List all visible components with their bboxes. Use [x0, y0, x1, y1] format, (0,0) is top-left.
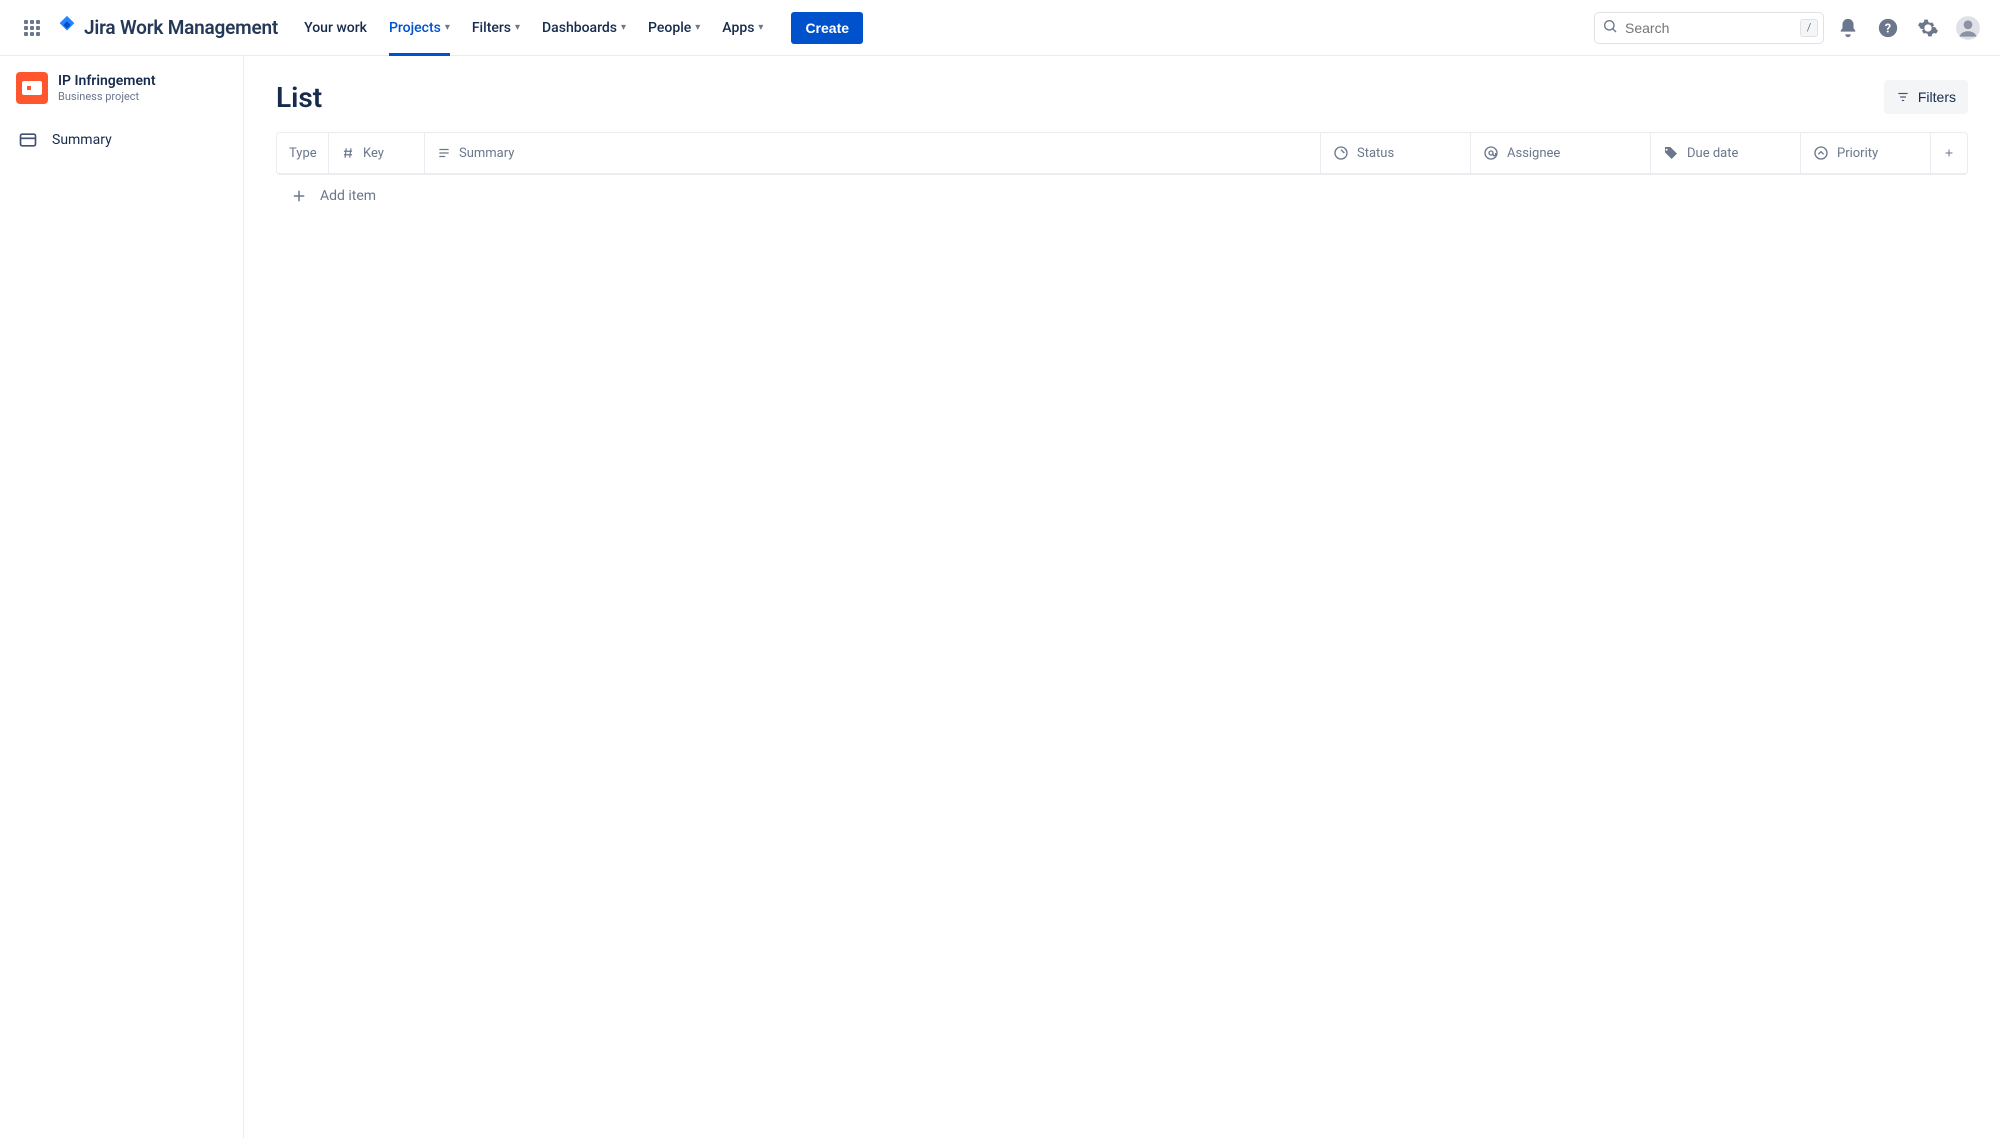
table-header-row: Type Key Summary Status Assignee	[277, 133, 1967, 174]
col-due[interactable]: Due date	[1651, 133, 1801, 173]
nav-item-projects[interactable]: Projects ▾	[379, 0, 460, 56]
project-icon	[16, 72, 48, 104]
chevron-down-icon: ▾	[758, 22, 763, 33]
hash-icon	[341, 146, 355, 160]
col-status[interactable]: Status	[1321, 133, 1471, 173]
nav-item-label: Filters	[472, 20, 511, 36]
summary-icon	[18, 130, 38, 150]
col-summary[interactable]: Summary	[425, 133, 1321, 173]
settings-button[interactable]	[1912, 12, 1944, 44]
app-switcher-button[interactable]	[16, 12, 48, 44]
primary-nav: Your workProjects▾Filters▾Dashboards▾Peo…	[294, 0, 773, 56]
sidebar-nav: Summary	[8, 120, 235, 160]
col-assignee[interactable]: Assignee	[1471, 133, 1651, 173]
profile-button[interactable]	[1952, 12, 1984, 44]
status-icon	[1333, 145, 1349, 161]
nav-item-people[interactable]: People ▾	[638, 0, 710, 56]
nav-item-label: Projects	[389, 20, 441, 36]
help-button[interactable]: ?	[1872, 12, 1904, 44]
chevron-down-icon: ▾	[445, 22, 450, 33]
sidebar-item-label: Summary	[52, 132, 112, 148]
search-icon	[1602, 18, 1618, 38]
plus-icon	[290, 187, 308, 205]
nav-item-filters[interactable]: Filters ▾	[462, 0, 530, 56]
chevron-down-icon: ▾	[515, 22, 520, 33]
notifications-button[interactable]	[1832, 12, 1864, 44]
chevron-down-icon: ▾	[621, 22, 626, 33]
page-title: List	[276, 81, 322, 114]
grid-icon	[24, 20, 40, 36]
filters-button[interactable]: Filters	[1884, 80, 1968, 114]
project-header[interactable]: IP Infringement Business project	[8, 72, 235, 120]
issues-table: Type Key Summary Status Assignee	[276, 132, 1968, 175]
nav-item-label: Your work	[304, 20, 367, 36]
project-name: IP Infringement	[58, 73, 156, 90]
search-shortcut-hint: /	[1800, 19, 1818, 37]
chevron-down-icon: ▾	[695, 22, 700, 33]
nav-item-label: Apps	[722, 20, 754, 36]
priority-icon	[1813, 145, 1829, 161]
text-icon	[437, 146, 451, 160]
jira-mark-icon	[56, 14, 78, 41]
product-logo[interactable]: Jira Work Management	[56, 14, 278, 41]
top-nav: Jira Work Management Your workProjects▾F…	[0, 0, 2000, 56]
filter-icon	[1896, 90, 1910, 104]
sidebar: IP Infringement Business project Summary	[0, 56, 244, 1138]
profile-avatar-icon	[1955, 15, 1981, 41]
nav-item-apps[interactable]: Apps ▾	[712, 0, 773, 56]
bell-icon	[1837, 17, 1859, 39]
add-column-button[interactable]	[1931, 133, 1967, 173]
main-content: List Filters Type Key Summary	[244, 56, 2000, 1138]
product-name: Jira Work Management	[84, 16, 278, 39]
filters-button-label: Filters	[1918, 89, 1956, 105]
add-item-label: Add item	[320, 188, 376, 204]
nav-item-dashboards[interactable]: Dashboards ▾	[532, 0, 636, 56]
mention-icon	[1483, 145, 1499, 161]
create-button[interactable]: Create	[791, 12, 863, 44]
tag-icon	[1663, 145, 1679, 161]
svg-text:?: ?	[1885, 21, 1891, 36]
nav-item-your-work[interactable]: Your work	[294, 0, 377, 56]
gear-icon	[1917, 17, 1939, 39]
project-type: Business project	[58, 90, 156, 103]
col-type[interactable]: Type	[277, 133, 329, 173]
add-item-button[interactable]: Add item	[276, 175, 1968, 217]
nav-item-label: Dashboards	[542, 20, 617, 36]
plus-icon	[1943, 145, 1955, 161]
help-icon: ?	[1877, 17, 1899, 39]
col-key[interactable]: Key	[329, 133, 425, 173]
sidebar-item-summary[interactable]: Summary	[8, 120, 235, 160]
search-field[interactable]: /	[1594, 12, 1824, 44]
search-input[interactable]	[1594, 12, 1824, 44]
col-priority[interactable]: Priority	[1801, 133, 1931, 173]
nav-item-label: People	[648, 20, 691, 36]
